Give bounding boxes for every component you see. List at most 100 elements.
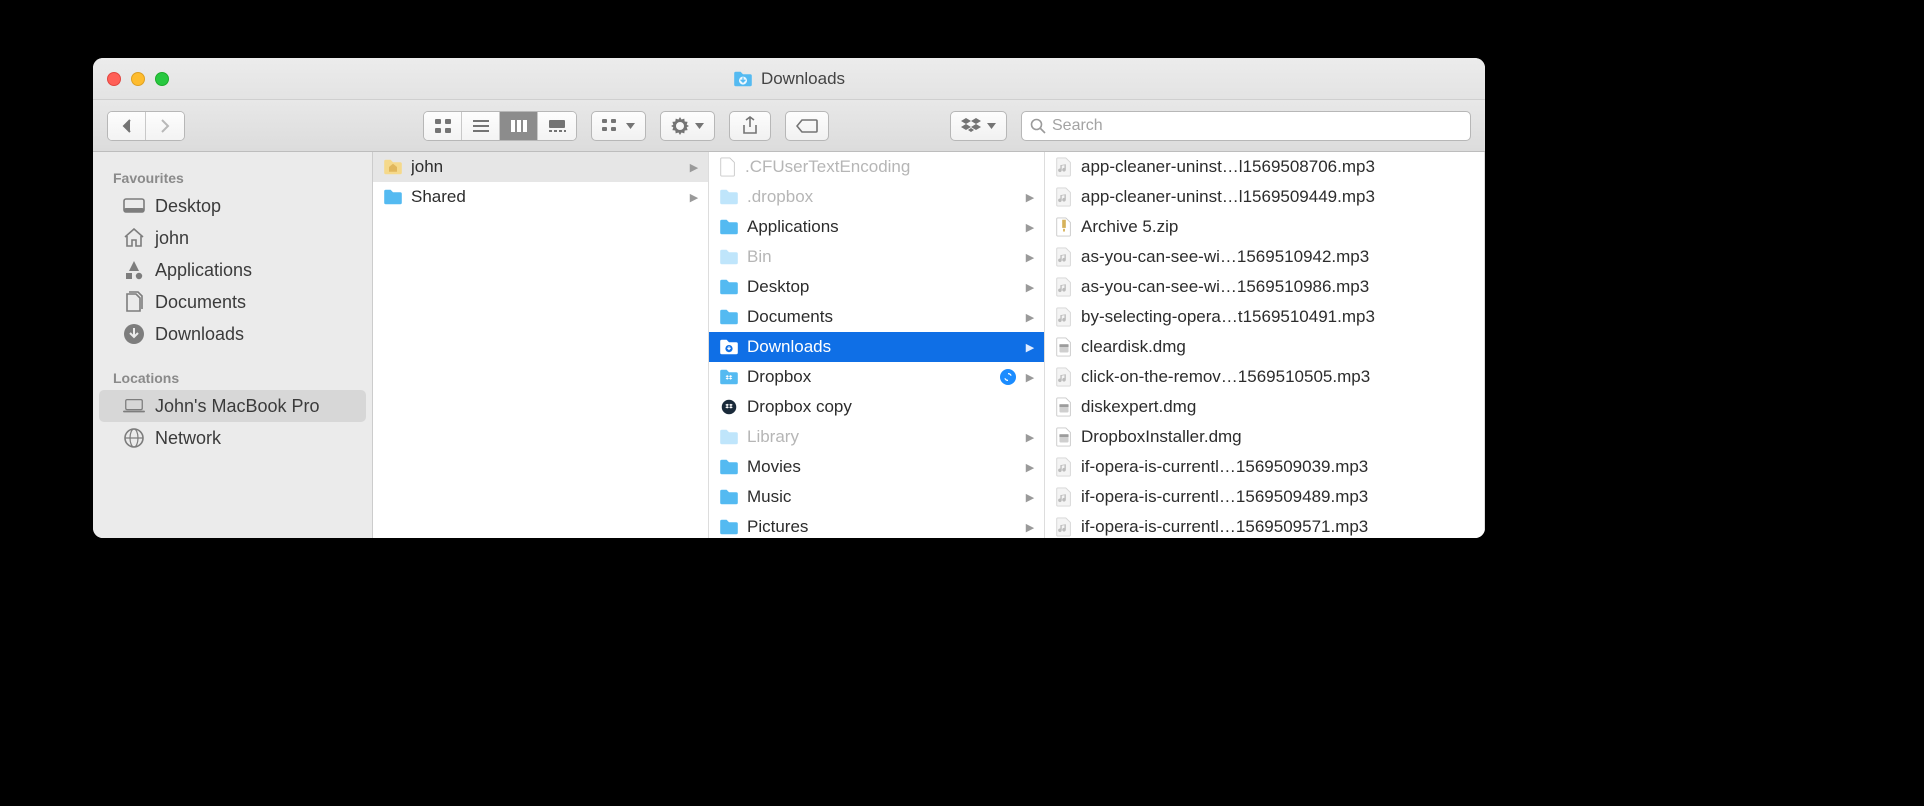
list-item[interactable]: Movies▶ <box>709 452 1044 482</box>
sidebar-item-documents[interactable]: Documents <box>99 286 366 318</box>
list-item-label: Dropbox copy <box>747 397 1036 417</box>
list-item-label: Downloads <box>747 337 1016 357</box>
dropbox-app-icon <box>719 399 739 415</box>
laptop-icon <box>123 395 145 417</box>
list-item-label: Dropbox <box>747 367 992 387</box>
view-gallery[interactable] <box>538 112 576 140</box>
arrange-menu[interactable] <box>591 111 646 141</box>
list-item-label: app-cleaner-uninst…l1569508706.mp3 <box>1081 157 1476 177</box>
sidebar-item-desktop[interactable]: Desktop <box>99 190 366 222</box>
titlebar[interactable]: Downloads <box>93 58 1485 100</box>
chevron-right-icon: ▶ <box>1024 521 1036 534</box>
desktop-icon <box>123 195 145 217</box>
finder-window: Downloads <box>93 58 1485 538</box>
folder-icon <box>383 189 403 205</box>
search-input[interactable] <box>1052 117 1462 135</box>
sidebar-item-network[interactable]: Network <box>99 422 366 454</box>
list-item[interactable]: john▶ <box>373 152 708 182</box>
list-item[interactable]: app-cleaner-uninst…l1569508706.mp3 <box>1045 152 1484 182</box>
list-item[interactable]: as-you-can-see-wi…1569510986.mp3 <box>1045 272 1484 302</box>
list-item-label: as-you-can-see-wi…1569510986.mp3 <box>1081 277 1476 297</box>
list-item-label: Library <box>747 427 1016 447</box>
list-item[interactable]: DropboxInstaller.dmg <box>1045 422 1484 452</box>
list-item-label: by-selecting-opera…t1569510491.mp3 <box>1081 307 1476 327</box>
sidebar-item-downloads[interactable]: Downloads <box>99 318 366 350</box>
list-item[interactable]: click-on-the-remov…1569510505.mp3 <box>1045 362 1484 392</box>
list-item[interactable]: .dropbox▶ <box>709 182 1044 212</box>
sidebar-item-this-mac[interactable]: John's MacBook Pro <box>99 390 366 422</box>
share-button[interactable] <box>729 111 771 141</box>
audio-icon <box>1055 307 1073 327</box>
list-item[interactable]: .CFUserTextEncoding <box>709 152 1044 182</box>
list-item[interactable]: as-you-can-see-wi…1569510942.mp3 <box>1045 242 1484 272</box>
list-item[interactable]: Archive 5.zip <box>1045 212 1484 242</box>
sidebar-label: john <box>155 228 189 249</box>
sidebar-label: Documents <box>155 292 246 313</box>
list-item[interactable]: if-opera-is-currentl…1569509039.mp3 <box>1045 452 1484 482</box>
nav-buttons <box>107 111 185 141</box>
maximize-button[interactable] <box>155 72 169 86</box>
list-item[interactable]: Shared▶ <box>373 182 708 212</box>
home-icon <box>123 227 145 249</box>
list-item[interactable]: cleardisk.dmg <box>1045 332 1484 362</box>
list-item[interactable]: diskexpert.dmg <box>1045 392 1484 422</box>
audio-icon <box>1055 187 1073 207</box>
list-item[interactable]: Bin▶ <box>709 242 1044 272</box>
list-item[interactable]: app-cleaner-uninst…l1569509449.mp3 <box>1045 182 1484 212</box>
list-item[interactable]: Music▶ <box>709 482 1044 512</box>
folder-dropbox-icon <box>719 369 739 385</box>
folder-icon <box>719 459 739 475</box>
chevron-right-icon: ▶ <box>1024 221 1036 234</box>
list-item-label: Desktop <box>747 277 1016 297</box>
traffic-lights <box>107 72 169 86</box>
list-item[interactable]: Pictures▶ <box>709 512 1044 538</box>
folder-dim-icon <box>719 249 739 265</box>
list-item-label: as-you-can-see-wi…1569510942.mp3 <box>1081 247 1476 267</box>
list-item-label: if-opera-is-currentl…1569509039.mp3 <box>1081 457 1476 477</box>
list-item-label: cleardisk.dmg <box>1081 337 1476 357</box>
list-item[interactable]: if-opera-is-currentl…1569509489.mp3 <box>1045 482 1484 512</box>
network-icon <box>123 427 145 449</box>
audio-icon <box>1055 157 1073 177</box>
list-item-label: if-opera-is-currentl…1569509489.mp3 <box>1081 487 1476 507</box>
audio-icon <box>1055 277 1073 297</box>
list-item-label: click-on-the-remov…1569510505.mp3 <box>1081 367 1476 387</box>
folder-icon <box>719 489 739 505</box>
dropbox-menu[interactable] <box>950 111 1007 141</box>
list-item[interactable]: Desktop▶ <box>709 272 1044 302</box>
list-item[interactable]: if-opera-is-currentl…1569509571.mp3 <box>1045 512 1484 538</box>
search-field[interactable] <box>1021 111 1471 141</box>
dmg-icon <box>1055 337 1073 357</box>
body: Favourites Desktop john Applications Doc… <box>93 152 1485 538</box>
view-columns[interactable] <box>500 112 538 140</box>
list-item[interactable]: Downloads▶ <box>709 332 1044 362</box>
list-item[interactable]: Applications▶ <box>709 212 1044 242</box>
list-item[interactable]: Dropbox copy <box>709 392 1044 422</box>
folder-icon <box>719 519 739 535</box>
tags-button[interactable] <box>785 111 829 141</box>
list-item-label: if-opera-is-currentl…1569509571.mp3 <box>1081 517 1476 537</box>
search-icon <box>1030 118 1046 134</box>
list-item-label: Bin <box>747 247 1016 267</box>
sidebar-label: John's MacBook Pro <box>155 396 320 417</box>
sidebar-item-home[interactable]: john <box>99 222 366 254</box>
column-3: app-cleaner-uninst…l1569508706.mp3 app-cl… <box>1045 152 1485 538</box>
window-title-text: Downloads <box>761 69 845 89</box>
forward-button[interactable] <box>146 112 184 140</box>
sidebar-item-applications[interactable]: Applications <box>99 254 366 286</box>
back-button[interactable] <box>108 112 146 140</box>
list-item[interactable]: Documents▶ <box>709 302 1044 332</box>
list-item[interactable]: by-selecting-opera…t1569510491.mp3 <box>1045 302 1484 332</box>
view-list[interactable] <box>462 112 500 140</box>
list-item[interactable]: Dropbox▶ <box>709 362 1044 392</box>
list-item-label: DropboxInstaller.dmg <box>1081 427 1476 447</box>
action-menu[interactable] <box>660 111 715 141</box>
sidebar-label: Desktop <box>155 196 221 217</box>
audio-icon <box>1055 367 1073 387</box>
minimize-button[interactable] <box>131 72 145 86</box>
close-button[interactable] <box>107 72 121 86</box>
list-item-label: Shared <box>411 187 680 207</box>
docs-icon <box>123 291 145 313</box>
view-icon[interactable] <box>424 112 462 140</box>
list-item[interactable]: Library▶ <box>709 422 1044 452</box>
